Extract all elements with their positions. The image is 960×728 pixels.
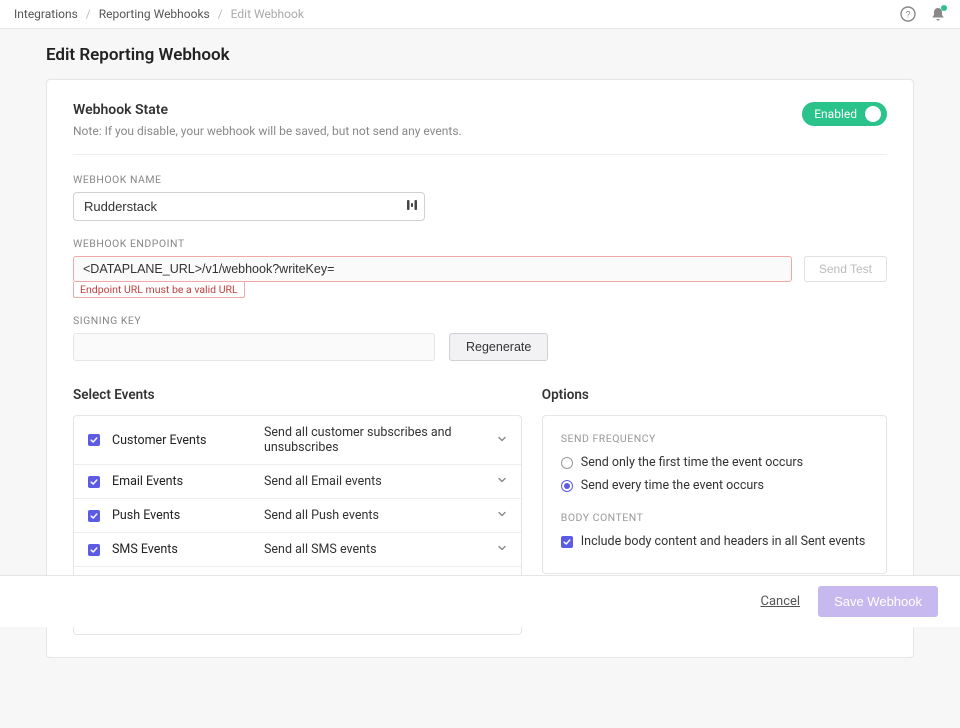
event-row[interactable]: Push Events Send all Push events	[74, 499, 521, 533]
webhook-state-row: Webhook State Note: If you disable, your…	[73, 102, 887, 155]
page-title: Edit Reporting Webhook	[46, 45, 914, 65]
event-desc: Send all Email events	[264, 474, 485, 489]
freq-every-radio[interactable]: Send every time the event occurs	[561, 478, 868, 493]
body-include-label: Include body content and headers in all …	[581, 534, 866, 549]
event-desc: Send all Push events	[264, 508, 485, 523]
breadcrumb-current: Edit Webhook	[231, 7, 304, 21]
breadcrumb-sep: /	[218, 7, 223, 21]
regenerate-button[interactable]: Regenerate	[449, 333, 548, 361]
checkbox-icon	[88, 544, 100, 556]
svg-text:?: ?	[905, 10, 910, 20]
body-content-label: BODY CONTENT	[561, 511, 868, 524]
enabled-toggle[interactable]: Enabled	[802, 102, 887, 126]
toggle-knob	[865, 106, 881, 122]
chevron-down-icon	[497, 542, 507, 557]
bell-icon[interactable]	[930, 6, 946, 22]
breadcrumb-integrations[interactable]: Integrations	[14, 7, 78, 21]
endpoint-label: WEBHOOK ENDPOINT	[73, 237, 887, 250]
topbar: Integrations / Reporting Webhooks / Edit…	[0, 0, 960, 29]
send-frequency-label: SEND FREQUENCY	[561, 432, 868, 445]
webhook-endpoint-input[interactable]	[73, 256, 792, 282]
select-events-heading: Select Events	[73, 387, 522, 403]
endpoint-error: Endpoint URL must be a valid URL	[73, 282, 245, 298]
signing-label: SIGNING KEY	[73, 314, 887, 327]
breadcrumb: Integrations / Reporting Webhooks / Edit…	[14, 7, 304, 21]
card: Webhook State Note: If you disable, your…	[46, 79, 914, 658]
breadcrumb-sep: /	[86, 7, 91, 21]
toggle-label: Enabled	[814, 107, 857, 121]
event-name: Customer Events	[112, 433, 252, 448]
chevron-down-icon	[497, 474, 507, 489]
name-label: WEBHOOK NAME	[73, 173, 887, 186]
topbar-icons: ?	[900, 6, 946, 22]
checkbox-icon	[88, 434, 100, 446]
checkbox-icon	[561, 536, 573, 548]
event-name: Push Events	[112, 508, 252, 523]
event-row[interactable]: SMS Events Send all SMS events	[74, 533, 521, 567]
signing-field: SIGNING KEY Regenerate	[73, 314, 887, 361]
checkbox-icon	[88, 510, 100, 522]
event-desc: Send all customer subscribes and unsubsc…	[264, 425, 485, 455]
event-name: Email Events	[112, 474, 252, 489]
event-name: SMS Events	[112, 542, 252, 557]
event-row[interactable]: Email Events Send all Email events	[74, 465, 521, 499]
cancel-button[interactable]: Cancel	[760, 594, 800, 609]
webhook-state-title: Webhook State	[73, 102, 462, 118]
checkbox-icon	[88, 476, 100, 488]
breadcrumb-reporting-webhooks[interactable]: Reporting Webhooks	[99, 7, 210, 21]
freq-every-label: Send every time the event occurs	[581, 478, 764, 493]
signing-key-input[interactable]	[73, 333, 435, 361]
endpoint-field: WEBHOOK ENDPOINT Endpoint URL must be a …	[73, 237, 887, 298]
chevron-down-icon	[497, 433, 507, 448]
freq-first-label: Send only the first time the event occur…	[581, 455, 803, 470]
webhook-state-note: Note: If you disable, your webhook will …	[73, 124, 462, 138]
webhook-name-input[interactable]	[73, 192, 425, 221]
footer: Cancel Save Webhook	[0, 575, 960, 627]
help-icon[interactable]: ?	[900, 6, 916, 22]
options-heading: Options	[542, 387, 887, 403]
freq-first-radio[interactable]: Send only the first time the event occur…	[561, 455, 868, 470]
body-include-checkbox[interactable]: Include body content and headers in all …	[561, 534, 868, 549]
options-box: SEND FREQUENCY Send only the first time …	[542, 415, 887, 574]
event-row[interactable]: Customer Events Send all customer subscri…	[74, 416, 521, 465]
notification-dot	[941, 5, 947, 11]
radio-icon	[561, 457, 573, 469]
name-field: WEBHOOK NAME	[73, 173, 887, 221]
variables-icon[interactable]	[406, 199, 418, 215]
save-webhook-button[interactable]: Save Webhook	[818, 586, 938, 617]
radio-icon	[561, 480, 573, 492]
event-desc: Send all SMS events	[264, 542, 485, 557]
send-test-button[interactable]: Send Test	[804, 256, 887, 282]
chevron-down-icon	[497, 508, 507, 523]
